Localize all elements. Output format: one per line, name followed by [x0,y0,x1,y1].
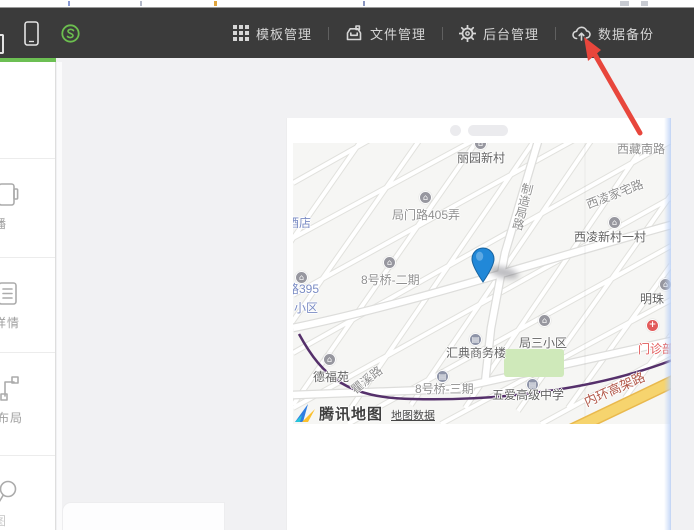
menu-divider [442,27,443,40]
sidebar-item-label: 布局 [0,409,23,426]
browser-fragment [641,1,648,6]
map-poi-house-icon: ⌂ [383,256,396,269]
map-label: 汇典商务楼 [446,347,506,360]
map-label: 8号桥-三期 [415,383,474,396]
browser-fragment [620,1,629,6]
map-label: 明珠 [640,293,664,306]
map-poi-house-icon: ⌂ [323,353,336,366]
gear-icon [459,25,476,42]
map-label: 德福苑 [313,371,349,384]
sidebar-item-label: 地图 [0,512,7,529]
browser-fragment [214,1,217,6]
phone-preview-panel: ⌂⌂⌂⌂⌂⌂▤⌂▤▤⌂+ 丽园新村西藏南路酒店局门路405弄制造局路西凌家宅路西… [286,118,670,530]
menu-item-4[interactable]: 数据备份 [561,8,665,58]
menu-divider [555,27,556,40]
map-pin-marker[interactable] [471,247,495,283]
map-widget[interactable]: ⌂⌂⌂⌂⌂⌂▤⌂▤▤⌂+ 丽园新村西藏南路酒店局门路405弄制造局路西凌家宅路西… [293,143,671,424]
sidebar-item-2[interactable]: 详情 [0,257,56,352]
map-label: 局三小区 [519,337,567,350]
map-label: 局门路405弄 [392,209,460,222]
sidebar-item-4[interactable]: 地图 [0,455,56,530]
phone-preview-icon[interactable] [24,21,39,51]
menu-item-label: 后台管理 [483,24,539,43]
map-label: 酒店 [293,217,311,230]
map-poi-house-icon: ⌂ [608,216,621,229]
map-attribution: 腾讯地图 地图数据 [293,399,435,424]
phone-selection-edge [664,118,671,530]
topbar-menu: 模板管理 文件管理 后台管理 数据备份 [222,8,665,58]
workspace: ⌂⌂⌂⌂⌂⌂▤⌂▤▤⌂+ 丽园新村西藏南路酒店局门路405弄制造局路西凌家宅路西… [62,58,694,530]
menu-item-1[interactable]: 模板管理 [222,8,323,58]
browser-fragment [363,1,365,6]
map-label: 丽园新村 [457,152,505,165]
menu-divider [328,27,329,40]
map-data-link[interactable]: 地图数据 [391,407,435,423]
sidebar-item-3[interactable]: 布局 [0,352,56,447]
sidebar-item-1[interactable]: 轮播 [0,158,56,253]
browser-fragment [68,1,70,6]
map-label: 路395 [293,283,319,296]
sidebar-item-label: 轮播 [0,215,7,232]
menu-item-label: 文件管理 [370,24,426,43]
sidebar: 轮播详情布局地图 [0,62,56,530]
file-icon [345,25,363,42]
menu-item-label: 数据备份 [598,24,654,43]
map-label: 8号桥-二期 [361,274,420,287]
map-poi-house-icon: ⌂ [538,314,551,327]
topbar: 模板管理 文件管理 后台管理 数据备份 [0,8,694,58]
cloud-upload-icon [572,25,591,41]
carousel-icon [0,181,21,214]
app-screen: 模板管理 文件管理 后台管理 数据备份 轮播详情布局地图 [0,0,694,530]
detail-icon [0,280,21,313]
camera-dot [450,125,461,136]
map-label: 西凌新村一村 [574,231,646,244]
browser-remnant-strip [0,0,694,8]
map-label: 西藏南路 [617,143,665,156]
cropped-monitor-icon [0,34,4,54]
map-label: 五爱高级中学 [492,389,564,402]
layout-icon [0,375,21,408]
menu-item-label: 模板管理 [256,24,312,43]
map-icon [0,478,21,511]
menu-item-2[interactable]: 文件管理 [334,8,437,58]
browser-fragment [140,1,142,6]
speaker-pill [468,125,508,136]
link-icon[interactable] [61,24,80,48]
map-poi-house-icon: ⌂ [419,191,432,204]
map-brand-label: 腾讯地图 [319,403,383,424]
map-poi-building-icon: ▤ [469,333,482,346]
map-label: 小区 [294,302,318,315]
bottom-left-panel-edge [63,503,224,530]
sidebar-item-label: 详情 [0,314,20,331]
map-poi-medical-icon: + [646,319,659,332]
grid-icon [233,25,249,41]
menu-item-3[interactable]: 后台管理 [448,8,550,58]
tencent-maps-logo [293,402,317,424]
park-area [504,349,564,377]
